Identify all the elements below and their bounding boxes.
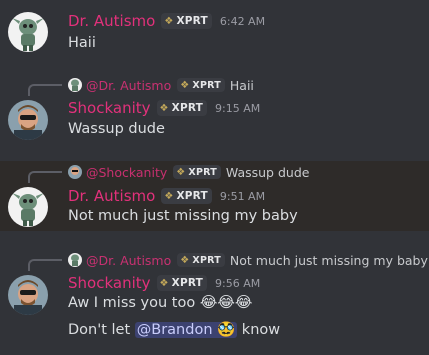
message-text-line2: Don't let @Brandon 🥸 know — [68, 321, 280, 338]
reply-connector — [28, 259, 62, 271]
gem-icon: ❖ — [180, 79, 190, 91]
message-text: Haii — [68, 35, 96, 51]
reply-username[interactable]: @Shockanity — [86, 165, 167, 180]
gem-icon: ❖ — [159, 277, 169, 289]
gem-icon: ❖ — [164, 15, 174, 27]
username[interactable]: Shockanity — [68, 274, 151, 292]
timestamp: 9:51 AM — [219, 189, 266, 203]
timestamp: 9:15 AM — [215, 101, 261, 115]
message-text: Aw I miss you too 😂😂😂 — [68, 293, 252, 311]
message-1: Dr. Autismo ❖ XPRT 6:42 AM Haii — [0, 0, 429, 62]
gem-icon: ❖ — [159, 102, 169, 114]
xprt-badge[interactable]: ❖ XPRT — [161, 188, 212, 204]
reply-text: Haii — [229, 77, 254, 93]
avatar-dr-autismo[interactable] — [8, 12, 48, 52]
gem-icon: ❖ — [176, 166, 186, 178]
reply-avatar — [68, 165, 82, 179]
xprt-badge[interactable]: ❖ XPRT — [156, 275, 208, 291]
gem-icon: ❖ — [180, 254, 190, 266]
reply-preview[interactable]: @Shockanity ❖ XPRT Wassup dude — [68, 163, 309, 181]
reply-avatar — [68, 78, 82, 92]
avatar-shockanity[interactable] — [8, 100, 48, 140]
message-text: Wassup dude — [68, 121, 165, 137]
timestamp: 9:56 AM — [215, 276, 261, 290]
reply-text: Not much just missing my baby — [229, 252, 428, 268]
message-3: @Shockanity ❖ XPRT Wassup dude Dr. Autism… — [0, 161, 429, 231]
text-before-mention: Don't let — [68, 322, 131, 338]
username[interactable]: Shockanity — [68, 99, 151, 117]
user-mention[interactable]: @Brandon 🥸 — [134, 322, 238, 338]
reply-avatar — [68, 253, 82, 267]
message-2: @Dr. Autismo ❖ XPRT Haii Shockanity ❖ XPRT… — [0, 74, 429, 154]
text-after-mention: know — [241, 322, 281, 338]
username[interactable]: Dr. Autismo — [68, 12, 155, 30]
xprt-badge[interactable]: ❖ XPRT — [156, 100, 208, 116]
gem-icon: ❖ — [164, 190, 174, 202]
message-header: Shockanity ❖ XPRT 9:56 AM — [68, 273, 260, 293]
laughing-emoji: 😂😂😂 — [199, 293, 253, 311]
message-header: Dr. Autismo ❖ XPRT 9:51 AM — [68, 186, 265, 206]
reply-username[interactable]: @Dr. Autismo — [86, 253, 171, 268]
message-header: Shockanity ❖ XPRT 9:15 AM — [68, 98, 260, 118]
xprt-badge: ❖ XPRT — [177, 253, 225, 267]
timestamp: 6:42 AM — [219, 14, 266, 28]
reply-preview[interactable]: @Dr. Autismo ❖ XPRT Haii — [68, 76, 254, 94]
reply-username[interactable]: @Dr. Autismo — [86, 78, 171, 93]
username[interactable]: Dr. Autismo — [68, 187, 155, 205]
xprt-badge: ❖ XPRT — [173, 165, 221, 179]
reply-preview[interactable]: @Dr. Autismo ❖ XPRT Not much just missing… — [68, 251, 428, 269]
message-header: Dr. Autismo ❖ XPRT 6:42 AM — [68, 11, 265, 31]
message-text: Not much just missing my baby — [68, 208, 298, 224]
reply-connector — [28, 84, 62, 96]
message-4: @Dr. Autismo ❖ XPRT Not much just missing… — [0, 249, 429, 355]
xprt-badge: ❖ XPRT — [177, 78, 225, 92]
reply-connector — [28, 171, 62, 183]
reply-text: Wassup dude — [225, 164, 310, 180]
avatar-shockanity[interactable] — [8, 275, 48, 315]
mention-emoji-icon: 🥸 — [217, 322, 236, 338]
xprt-badge[interactable]: ❖ XPRT — [161, 13, 212, 29]
message-text-line1: Aw I miss you too — [68, 295, 196, 311]
avatar-dr-autismo[interactable] — [8, 187, 48, 227]
